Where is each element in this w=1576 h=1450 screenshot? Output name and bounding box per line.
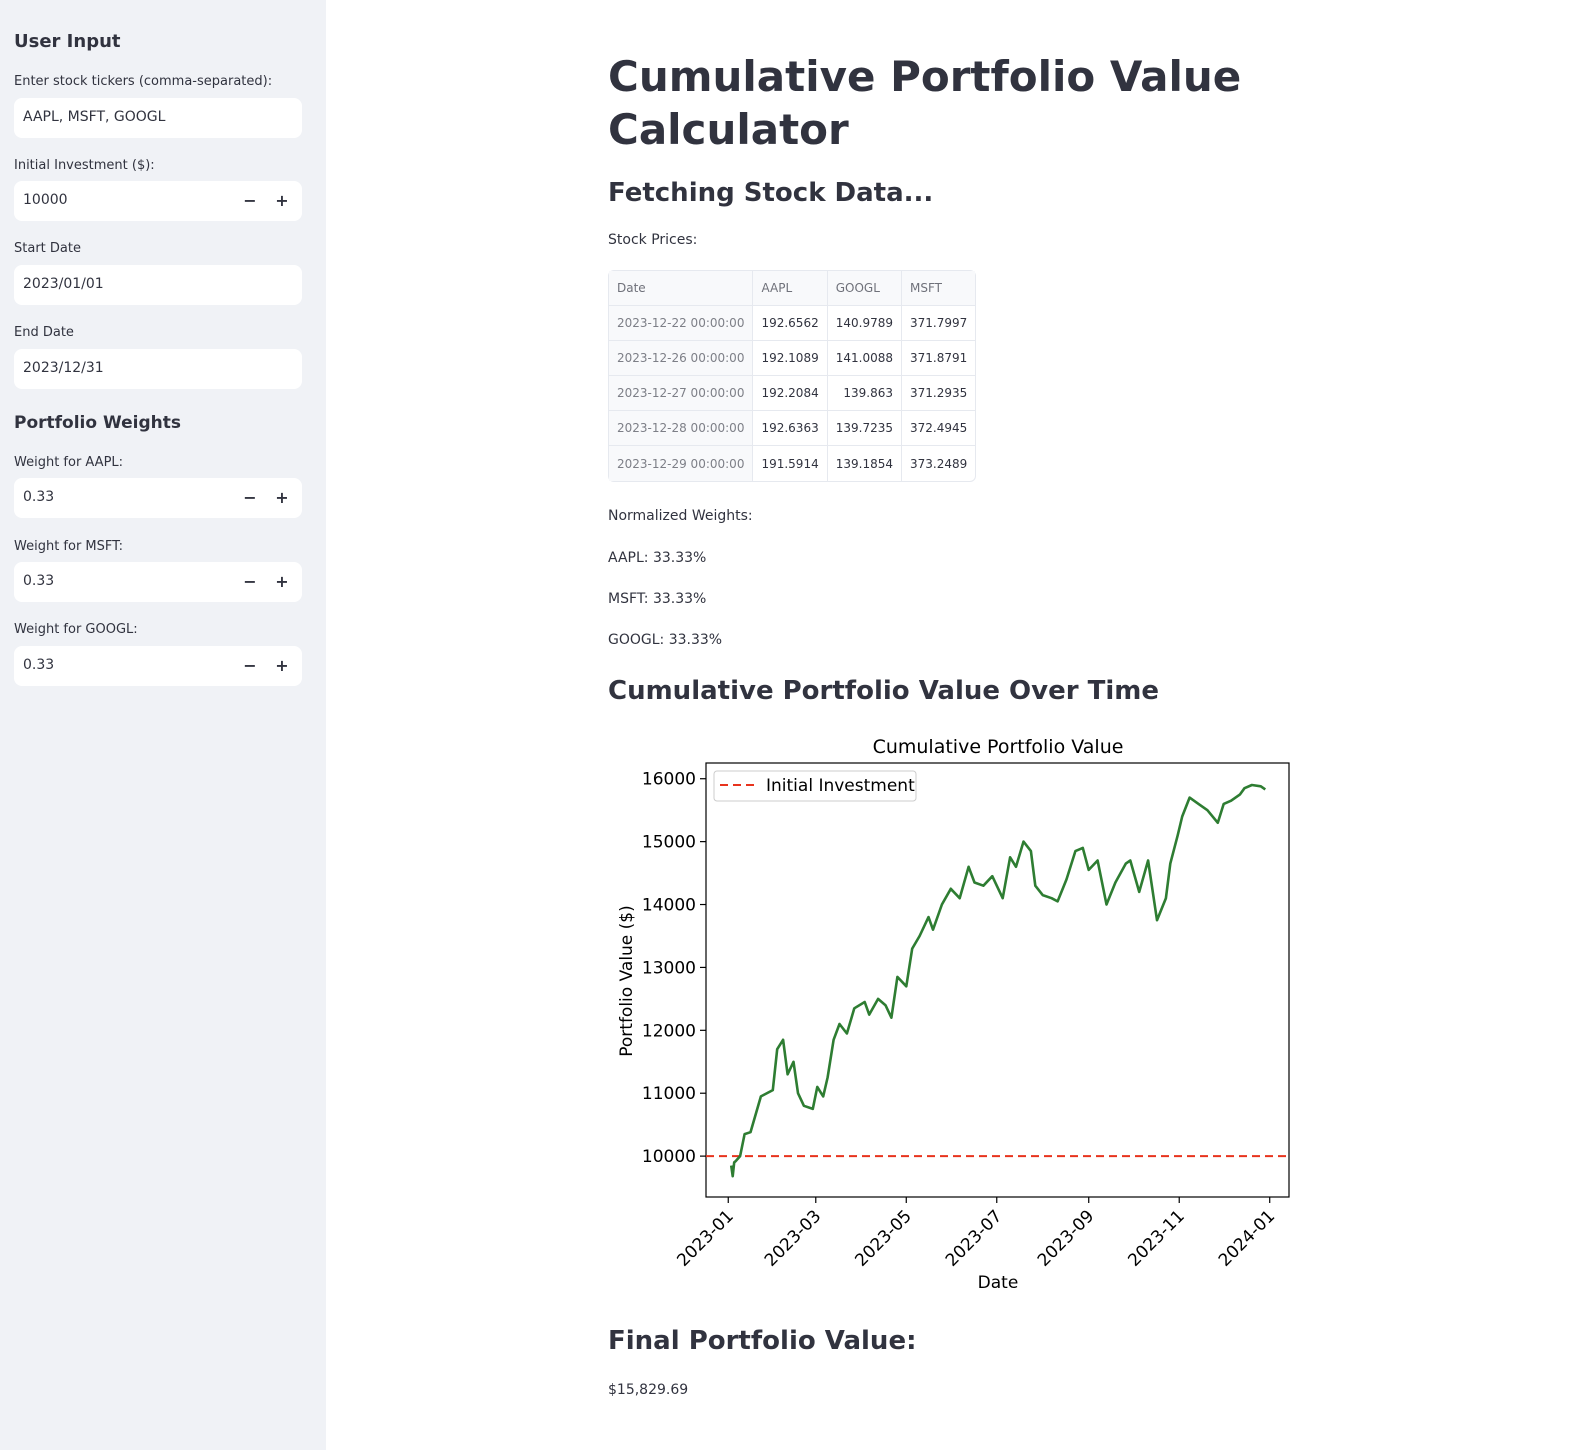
table-cell[interactable]: 192.6363 bbox=[753, 411, 828, 446]
table-cell[interactable]: 373.2489 bbox=[902, 446, 975, 481]
normalized-weight-msft: MSFT: 33.33% bbox=[608, 591, 707, 607]
column-header-aapl[interactable]: AAPL bbox=[753, 271, 828, 306]
final-value-heading: Final Portfolio Value: bbox=[608, 1326, 917, 1356]
column-header-date[interactable]: Date bbox=[609, 271, 754, 306]
end-date-value: 2023/12/31 bbox=[23, 360, 104, 376]
column-header-googl[interactable]: GOOGL bbox=[827, 271, 902, 306]
sidebar: User Input Enter stock tickers (comma-se… bbox=[0, 0, 326, 1450]
weight-msft-value: 0.33 bbox=[23, 573, 55, 589]
end-date-label: End Date bbox=[14, 325, 74, 340]
x-tick-label: 2023-09 bbox=[1034, 1206, 1098, 1270]
weight-aapl-decrement-button[interactable]: − bbox=[234, 478, 266, 518]
investment-label: Initial Investment ($): bbox=[14, 158, 155, 173]
table-cell[interactable]: 371.8791 bbox=[901, 341, 976, 376]
start-date-label: Start Date bbox=[14, 241, 81, 256]
table-header-row: Date AAPL GOOGL MSFT bbox=[609, 271, 976, 306]
table-cell-date[interactable]: 2023-12-22 00:00:00 bbox=[609, 306, 754, 341]
table-row: 2023-12-26 00:00:00 192.1089 141.0088 37… bbox=[609, 341, 976, 376]
tickers-input[interactable]: AAPL, MSFT, GOOGL bbox=[14, 98, 302, 138]
table-cell[interactable]: 371.2935 bbox=[901, 376, 976, 411]
table-cell[interactable]: 141.0088 bbox=[827, 341, 902, 376]
normalized-weight-aapl: AAPL: 33.33% bbox=[608, 550, 707, 566]
y-tick-label: 13000 bbox=[642, 958, 696, 978]
stock-prices-label: Stock Prices: bbox=[608, 232, 698, 248]
tickers-label: Enter stock tickers (comma-separated): bbox=[14, 74, 273, 89]
weight-msft-input[interactable]: 0.33 − + bbox=[14, 562, 302, 602]
legend-label-initial-investment: Initial Investment bbox=[766, 776, 915, 796]
table-cell[interactable]: 192.6562 bbox=[753, 306, 828, 341]
table-row: 2023-12-29 00:00:00 191.5914 139.1854 37… bbox=[609, 446, 975, 481]
portfolio-value-line bbox=[729, 783, 1267, 1178]
y-tick-label: 10000 bbox=[642, 1147, 696, 1167]
y-tick-label: 16000 bbox=[642, 770, 696, 790]
y-tick-label: 12000 bbox=[642, 1021, 696, 1041]
y-tick-label: 11000 bbox=[642, 1084, 696, 1104]
column-header-msft[interactable]: MSFT bbox=[901, 271, 976, 306]
portfolio-value-chart: Cumulative Portfolio Value 10000 11000 120… bbox=[617, 736, 1290, 1293]
x-tick-label: 2023-01 bbox=[673, 1206, 737, 1270]
end-date-input[interactable]: 2023/12/31 bbox=[14, 349, 302, 389]
start-date-value: 2023/01/01 bbox=[23, 276, 104, 292]
investment-increment-button[interactable]: + bbox=[266, 181, 298, 221]
page-title: Cumulative Portfolio Value Calculator bbox=[608, 52, 1242, 154]
table-cell[interactable]: 192.2084 bbox=[753, 376, 828, 411]
investment-input[interactable]: 10000 − + bbox=[14, 181, 302, 221]
normalized-weight-googl: GOOGL: 33.33% bbox=[608, 632, 723, 648]
x-tick-label: 2023-03 bbox=[761, 1206, 825, 1270]
sidebar-heading-user-input: User Input bbox=[14, 31, 121, 52]
sidebar-heading-weights: Portfolio Weights bbox=[14, 413, 181, 433]
weight-msft-label: Weight for MSFT: bbox=[14, 539, 124, 554]
table-cell[interactable]: 192.1089 bbox=[753, 341, 828, 376]
x-tick-label: 2023-05 bbox=[851, 1206, 915, 1270]
weight-googl-label: Weight for GOOGL: bbox=[14, 622, 138, 637]
chart-legend: Initial Investment bbox=[713, 770, 917, 802]
table-cell[interactable]: 371.7997 bbox=[901, 306, 976, 341]
table-cell-date[interactable]: 2023-12-27 00:00:00 bbox=[609, 376, 754, 411]
investment-input-value: 10000 bbox=[23, 192, 68, 208]
x-tick-label: 2023-11 bbox=[1124, 1206, 1188, 1270]
chart-y-axis-label: Portfolio Value ($) bbox=[617, 905, 637, 1057]
chart-heading: Cumulative Portfolio Value Over Time bbox=[608, 676, 1159, 706]
final-portfolio-value: $15,829.69 bbox=[608, 1382, 689, 1398]
weight-aapl-input[interactable]: 0.33 − + bbox=[14, 478, 302, 518]
x-tick-label: 2024-01 bbox=[1215, 1206, 1279, 1270]
table-cell[interactable]: 139.863 bbox=[827, 376, 902, 411]
table-row: 2023-12-22 00:00:00 192.6562 140.9789 37… bbox=[609, 306, 976, 341]
table-row: 2023-12-27 00:00:00 192.2084 139.863 371… bbox=[609, 376, 976, 411]
weight-googl-decrement-button[interactable]: − bbox=[234, 646, 266, 686]
stock-prices-table[interactable]: Date AAPL GOOGL MSFT 2023-12-22 00:00:00… bbox=[608, 270, 977, 482]
table-cell[interactable]: 372.4945 bbox=[901, 411, 976, 446]
weight-msft-increment-button[interactable]: + bbox=[266, 562, 298, 602]
tickers-input-value: AAPL, MSFT, GOOGL bbox=[23, 109, 166, 125]
main-content: Cumulative Portfolio Value Calculator Fe… bbox=[326, 0, 1576, 1450]
chart-axes-frame bbox=[705, 762, 1290, 1198]
y-tick-label: 15000 bbox=[642, 833, 696, 853]
investment-decrement-button[interactable]: − bbox=[234, 181, 266, 221]
weight-aapl-increment-button[interactable]: + bbox=[266, 478, 298, 518]
weight-googl-input[interactable]: 0.33 − + bbox=[14, 646, 302, 686]
table-cell[interactable]: 191.5914 bbox=[753, 446, 828, 481]
x-tick-label: 2023-07 bbox=[942, 1206, 1006, 1270]
weight-aapl-value: 0.33 bbox=[23, 489, 55, 505]
chart-x-axis-label: Date bbox=[978, 1273, 1019, 1293]
normalized-weights-label: Normalized Weights: bbox=[608, 508, 753, 524]
fetching-heading: Fetching Stock Data... bbox=[608, 178, 934, 208]
table-cell-date[interactable]: 2023-12-28 00:00:00 bbox=[609, 411, 754, 446]
table-cell[interactable]: 139.7235 bbox=[827, 411, 902, 446]
weight-googl-value: 0.33 bbox=[23, 657, 55, 673]
weight-msft-decrement-button[interactable]: − bbox=[234, 562, 266, 602]
weight-googl-increment-button[interactable]: + bbox=[266, 646, 298, 686]
start-date-input[interactable]: 2023/01/01 bbox=[14, 265, 302, 305]
y-tick-label: 14000 bbox=[642, 896, 696, 916]
table-cell[interactable]: 139.1854 bbox=[828, 446, 902, 481]
weight-aapl-label: Weight for AAPL: bbox=[14, 455, 124, 470]
chart-title: Cumulative Portfolio Value bbox=[873, 736, 1124, 758]
table-cell-date[interactable]: 2023-12-26 00:00:00 bbox=[609, 341, 754, 376]
table-row: 2023-12-28 00:00:00 192.6363 139.7235 37… bbox=[609, 411, 976, 446]
table-cell-date[interactable]: 2023-12-29 00:00:00 bbox=[609, 446, 754, 481]
table-cell[interactable]: 140.9789 bbox=[827, 306, 902, 341]
